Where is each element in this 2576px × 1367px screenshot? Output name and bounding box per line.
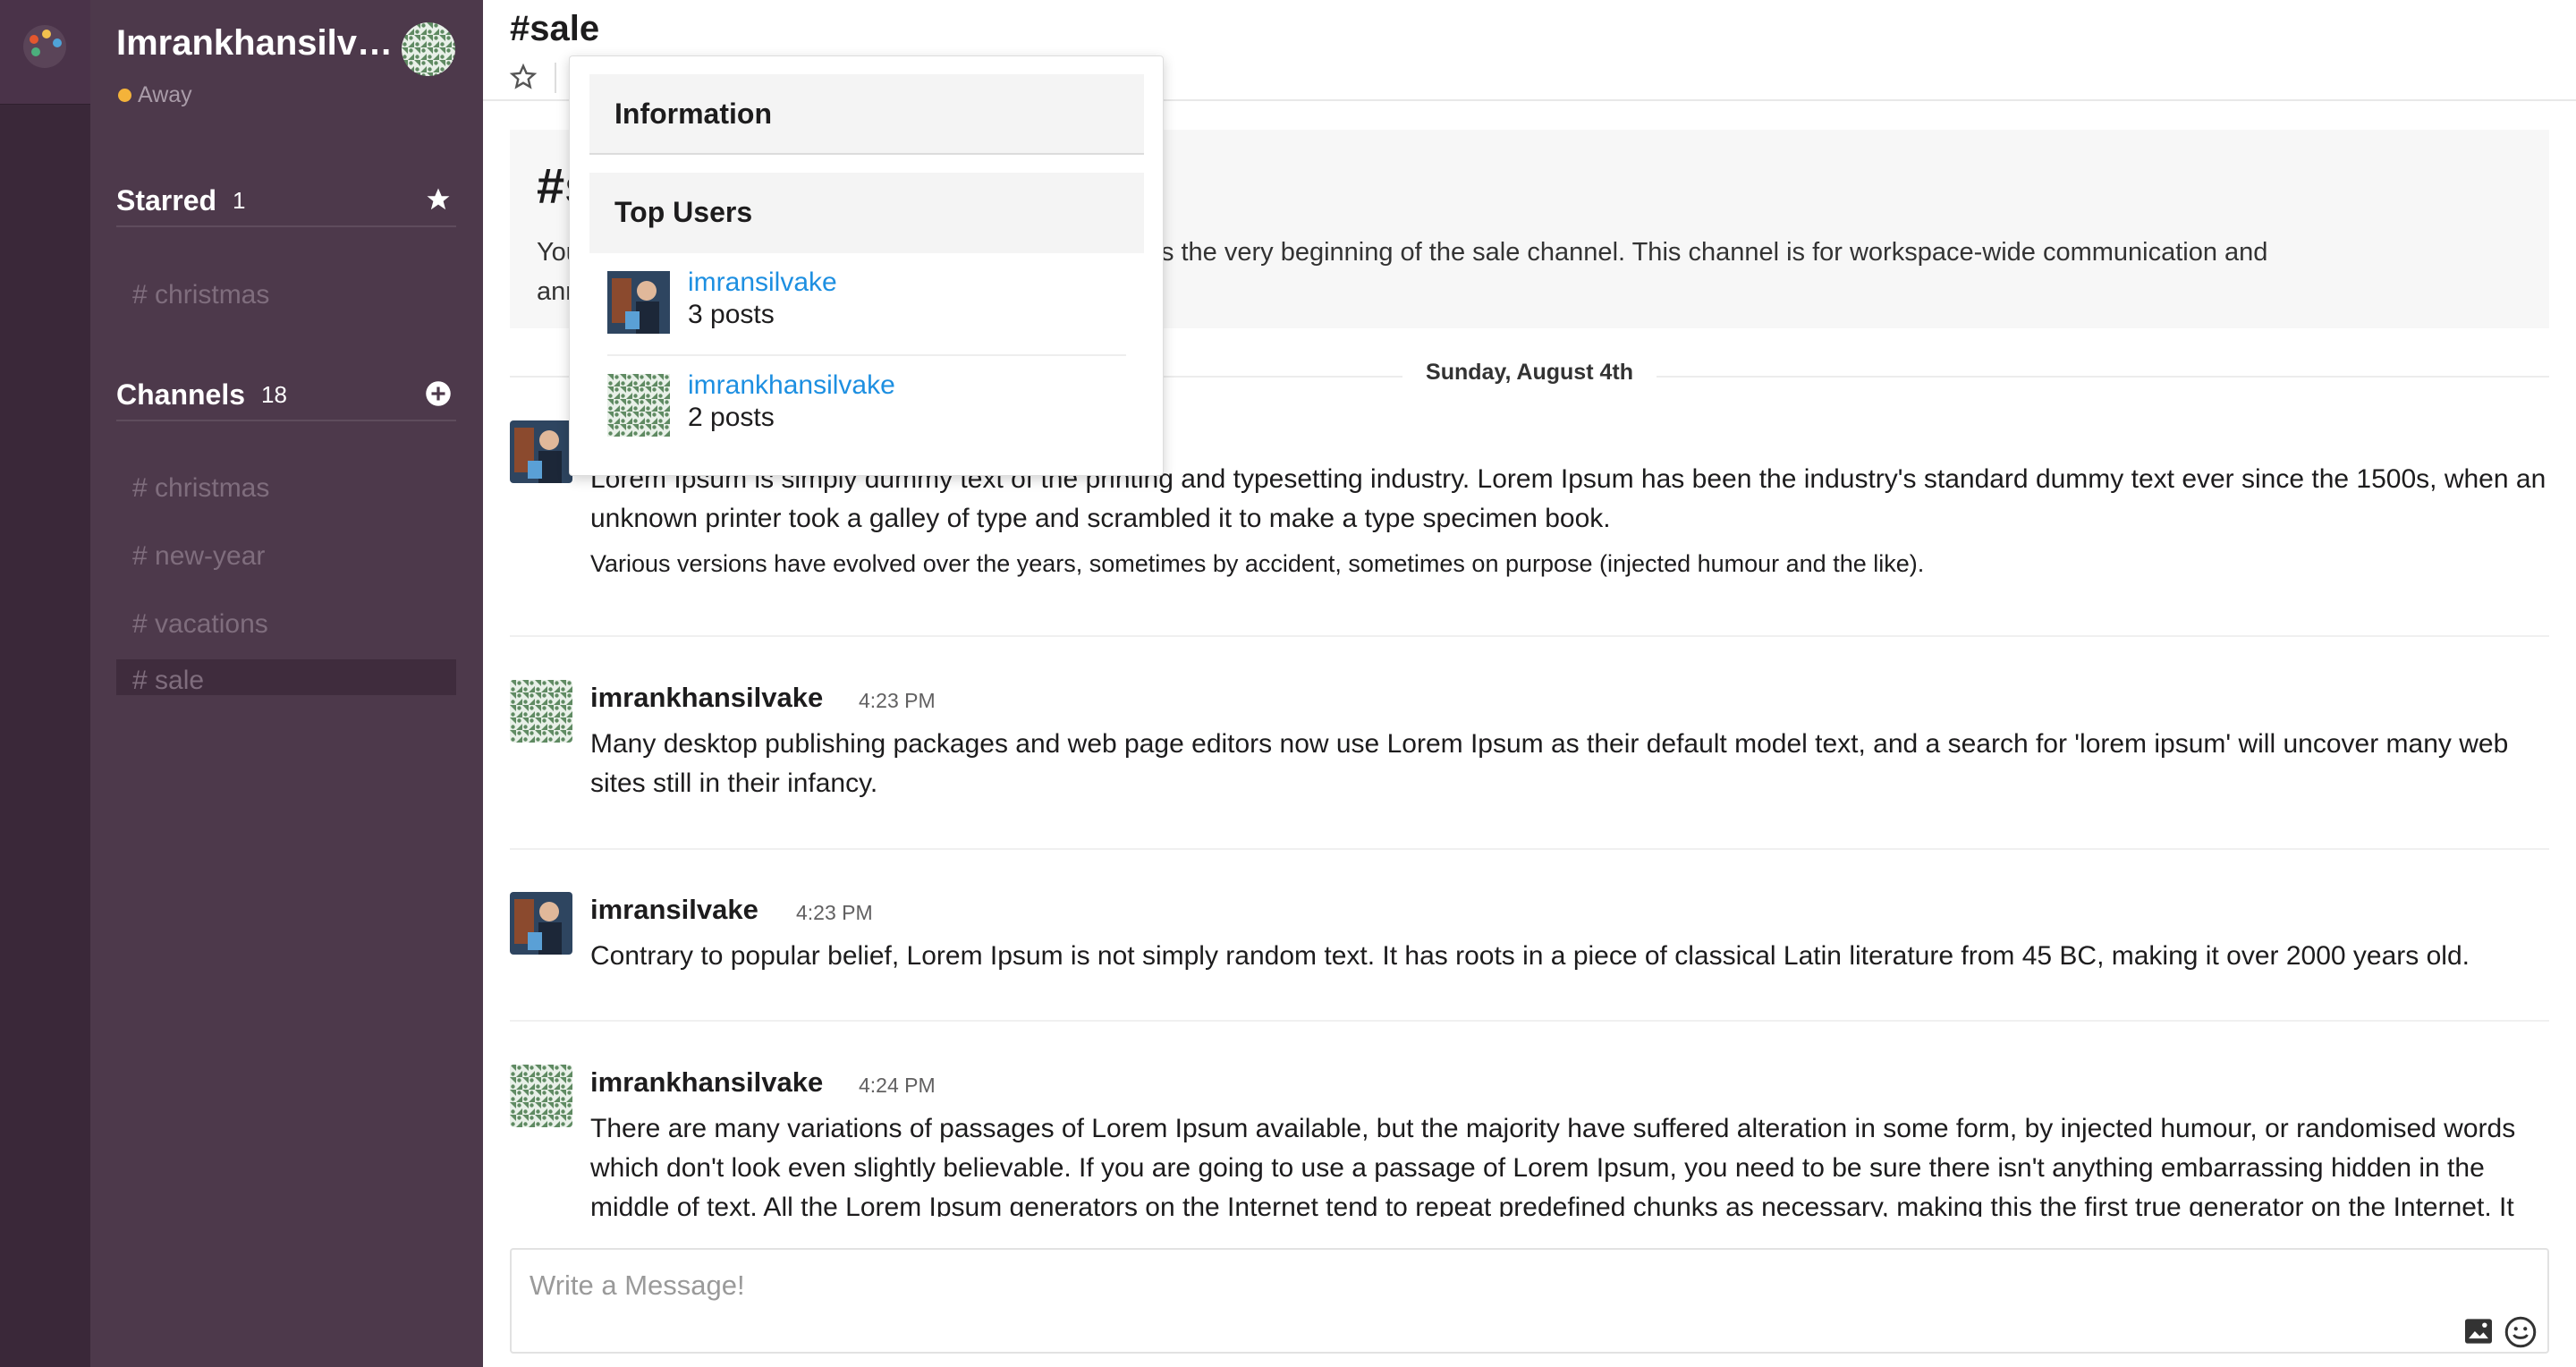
channel-info-popover: Information Top Users imransilvake 3 pos… bbox=[569, 55, 1164, 476]
avatar[interactable] bbox=[510, 892, 572, 955]
channel-title: #sale bbox=[510, 9, 600, 48]
starred-section-header[interactable]: Starred 1 bbox=[116, 175, 456, 227]
starred-title: Starred bbox=[116, 183, 217, 217]
avatar[interactable] bbox=[510, 420, 572, 483]
starred-count: 1 bbox=[233, 186, 246, 214]
user-avatar[interactable] bbox=[402, 22, 455, 76]
emoji-icon[interactable] bbox=[2504, 1316, 2537, 1348]
top-user-posts: 2 posts bbox=[688, 403, 775, 432]
sidebar-item-vacations[interactable]: # vacations bbox=[116, 607, 456, 642]
palette-icon bbox=[23, 25, 66, 68]
away-status-dot-icon bbox=[118, 89, 131, 102]
avatar[interactable] bbox=[510, 680, 572, 743]
sidebar-item-sale[interactable]: # sale bbox=[116, 659, 456, 695]
avatar[interactable] bbox=[607, 374, 670, 437]
star-icon[interactable] bbox=[425, 186, 452, 213]
message-time: 4:24 PM bbox=[859, 1074, 936, 1097]
message-text: Many desktop publishing packages and web… bbox=[590, 729, 2509, 798]
top-user-row[interactable]: imrankhansilvake 2 posts bbox=[589, 356, 1144, 456]
message-time: 4:23 PM bbox=[859, 689, 936, 712]
workspace-user-name: Imrankhansilvake bbox=[116, 23, 402, 63]
message-author[interactable]: imrankhansilvake bbox=[590, 1066, 823, 1099]
sidebar-item-starred-christmas[interactable]: # christmas bbox=[116, 277, 456, 313]
message-author[interactable]: imrankhansilvake bbox=[590, 682, 823, 714]
top-user-name[interactable]: imrankhansilvake bbox=[688, 370, 895, 401]
image-icon[interactable] bbox=[2463, 1318, 2494, 1345]
information-section[interactable]: Information bbox=[589, 74, 1144, 155]
top-user-posts: 3 posts bbox=[688, 300, 775, 329]
message-text-extra: Various versions have evolved over the y… bbox=[590, 550, 1925, 577]
avatar[interactable] bbox=[510, 1065, 572, 1127]
intro-text-right: s is the very beginning of the sale chan… bbox=[1134, 238, 2268, 267]
presence-status[interactable]: Away bbox=[118, 82, 192, 108]
app-window: Imrankhansilvake Away Starred 1 # christ… bbox=[0, 0, 2576, 1367]
message-input[interactable] bbox=[530, 1266, 2318, 1305]
information-title: Information bbox=[614, 98, 772, 130]
message[interactable]: imransilvake 4:23 PM Contrary to popular… bbox=[510, 892, 2549, 981]
channels-section-header[interactable]: Channels 18 bbox=[116, 369, 456, 421]
message-text: Contrary to popular belief, Lorem Ipsum … bbox=[590, 941, 2470, 971]
avatar[interactable] bbox=[607, 271, 670, 334]
top-users-title: Top Users bbox=[614, 196, 753, 228]
message-time: 4:23 PM bbox=[796, 901, 873, 924]
sidebar: Imrankhansilvake Away Starred 1 # christ… bbox=[90, 0, 483, 1367]
workspace-rail bbox=[0, 0, 90, 1367]
presence-label: Away bbox=[138, 82, 192, 107]
message-composer[interactable] bbox=[510, 1248, 2549, 1354]
top-users-section: Top Users bbox=[589, 173, 1144, 253]
message-text: There are many variations of passages of… bbox=[590, 1114, 2516, 1217]
top-user-row[interactable]: imransilvake 3 posts bbox=[589, 253, 1144, 353]
day-divider-label: Sunday, August 4th bbox=[1402, 360, 1657, 386]
star-channel-icon[interactable] bbox=[509, 63, 538, 91]
message-author[interactable]: imransilvake bbox=[590, 894, 758, 926]
sidebar-item-christmas[interactable]: # christmas bbox=[116, 471, 456, 506]
channels-title: Channels bbox=[116, 378, 246, 411]
add-channel-icon[interactable] bbox=[425, 380, 452, 407]
user-header[interactable]: Imrankhansilvake Away bbox=[90, 0, 483, 108]
message[interactable]: imrankhansilvake 4:23 PM Many desktop pu… bbox=[510, 680, 2549, 814]
message[interactable]: imrankhansilvake 4:24 PM There are many … bbox=[510, 1065, 2549, 1217]
sidebar-item-new-year[interactable]: # new-year bbox=[116, 539, 456, 574]
top-user-name[interactable]: imransilvake bbox=[688, 267, 837, 298]
app-logo[interactable] bbox=[0, 0, 90, 105]
channels-count: 18 bbox=[261, 380, 287, 408]
